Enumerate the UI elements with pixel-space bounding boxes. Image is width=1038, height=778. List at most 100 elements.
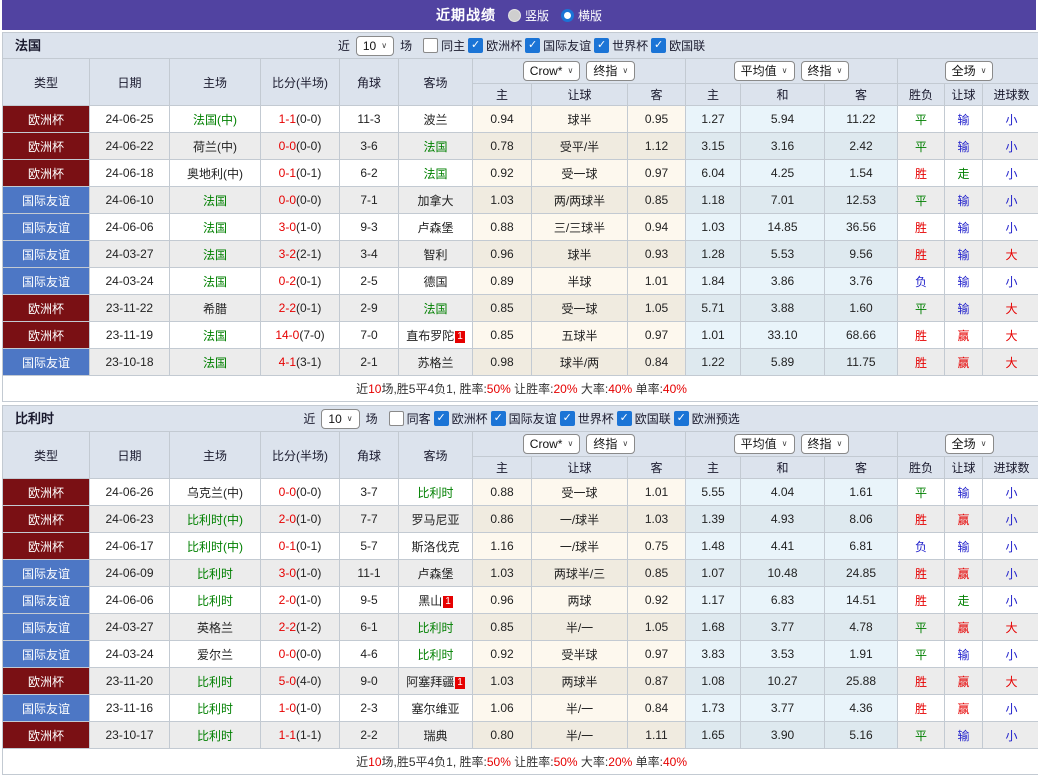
- avg-home-odds-cell: 1.17: [686, 587, 741, 614]
- league-filter-checkbox[interactable]: ✓: [491, 411, 506, 426]
- corners-cell: 2-5: [340, 268, 399, 295]
- average-select[interactable]: 平均值∨: [734, 434, 795, 454]
- average-stage-select[interactable]: 终指∨: [801, 61, 850, 81]
- handicap-line-cell: 受一球: [532, 479, 628, 506]
- match-row: 欧洲杯24-06-18奥地利(中)0-1(0-1)6-2法国0.92受一球0.9…: [3, 160, 1038, 187]
- layout-radio-horizontal[interactable]: 横版: [561, 7, 602, 24]
- summary-row: 近10场,胜5平4负1, 胜率:50% 让胜率:20% 大率:40% 单率:40…: [3, 376, 1038, 402]
- handicap-home-odds-cell: 0.98: [473, 349, 532, 376]
- away-team-name: 卢森堡: [417, 221, 453, 235]
- fulltime-score: 1-0: [279, 701, 296, 715]
- league-filter-checkbox[interactable]: ✓: [434, 411, 449, 426]
- handicap-away-odds-cell: 0.93: [628, 241, 686, 268]
- summary-text: 50%: [487, 755, 511, 769]
- column-header: 进球数: [983, 457, 1038, 479]
- goals-result-cell: 小: [983, 641, 1038, 668]
- match-count-select[interactable]: 10∨: [321, 409, 359, 429]
- bookmaker-stage-select[interactable]: 终指∨: [586, 434, 635, 454]
- column-header: 让球: [532, 84, 628, 106]
- summary-cell: 近10场,胜5平4负1, 胜率:50% 让胜率:50% 大率:20% 单率:40…: [3, 749, 1038, 775]
- column-header: 日期: [90, 59, 170, 106]
- league-filter-checkbox[interactable]: ✓: [594, 38, 609, 53]
- fulltime-score: 2-2: [279, 301, 296, 315]
- avg-away-odds-cell: 14.51: [825, 587, 898, 614]
- handicap-line-cell: 受半球: [532, 641, 628, 668]
- league-cell: 欧洲杯: [3, 506, 90, 533]
- date-cell: 24-06-06: [90, 214, 170, 241]
- radio-vertical-icon[interactable]: [508, 9, 521, 22]
- handicap-away-odds-cell: 0.84: [628, 349, 686, 376]
- layout-radio-vertical[interactable]: 竖版: [508, 7, 549, 24]
- league-filter-checkbox[interactable]: ✓: [468, 38, 483, 53]
- match-count-select[interactable]: 10∨: [356, 36, 394, 56]
- same-venue-label: 同主: [441, 37, 465, 54]
- league-filter-label: 欧国联: [635, 410, 671, 427]
- halftime-score: (2-1): [296, 247, 321, 261]
- league-filter-checkbox[interactable]: ✓: [617, 411, 632, 426]
- match-row: 国际友谊24-03-27英格兰2-2(1-2)6-1比利时0.85半/一1.05…: [3, 614, 1038, 641]
- league-filter-checkbox[interactable]: ✓: [651, 38, 666, 53]
- league-filter-checkbox[interactable]: ✓: [674, 411, 689, 426]
- match-row: 欧洲杯24-06-25法国(中)1-1(0-0)11-3波兰0.94球半0.95…: [3, 106, 1038, 133]
- league-cell: 国际友谊: [3, 349, 90, 376]
- corners-cell: 2-3: [340, 695, 399, 722]
- league-cell: 欧洲杯: [3, 533, 90, 560]
- home-team-cell: 比利时: [170, 722, 261, 749]
- league-filter-checkbox[interactable]: ✓: [525, 38, 540, 53]
- goals-result-cell: 小: [983, 695, 1038, 722]
- score-cell: 1-0(1-0): [261, 695, 340, 722]
- handicap-away-odds-cell: 0.84: [628, 695, 686, 722]
- league-filter-checkbox[interactable]: ✓: [560, 411, 575, 426]
- summary-text: 40%: [608, 382, 632, 396]
- league-cell: 欧洲杯: [3, 722, 90, 749]
- handicap-away-odds-cell: 0.95: [628, 106, 686, 133]
- wdl-result-cell: 平: [898, 479, 945, 506]
- same-venue-checkbox[interactable]: [389, 411, 404, 426]
- away-team-name: 波兰: [423, 113, 447, 127]
- handicap-result-cell: 走: [945, 160, 983, 187]
- scope-select[interactable]: 全场∨: [945, 434, 994, 454]
- goals-result-cell: 大: [983, 241, 1038, 268]
- avg-home-odds-cell: 6.04: [686, 160, 741, 187]
- handicap-home-odds-cell: 1.16: [473, 533, 532, 560]
- average-select-value: 平均值: [741, 436, 777, 452]
- same-venue-checkbox[interactable]: [423, 38, 438, 53]
- bookmaker-stage-select[interactable]: 终指∨: [586, 61, 635, 81]
- column-header: 客: [628, 84, 686, 106]
- away-team-cell: 阿塞拜疆1: [399, 668, 473, 695]
- average-stage-select[interactable]: 终指∨: [801, 434, 850, 454]
- score-cell: 1-1(1-1): [261, 722, 340, 749]
- wdl-result-cell: 胜: [898, 668, 945, 695]
- avg-away-odds-cell: 4.78: [825, 614, 898, 641]
- home-team-cell: 法国: [170, 241, 261, 268]
- date-cell: 24-06-18: [90, 160, 170, 187]
- page-header: 近期战绩 竖版 横版: [2, 0, 1036, 30]
- halftime-score: (7-0): [299, 328, 324, 342]
- summary-text: 50%: [554, 755, 578, 769]
- league-cell: 欧洲杯: [3, 295, 90, 322]
- fulltime-score: 1-1: [279, 728, 296, 742]
- corners-cell: 11-3: [340, 106, 399, 133]
- average-select[interactable]: 平均值∨: [734, 61, 795, 81]
- section-header-cell: 比利时近10∨场同客✓欧洲杯✓国际友谊✓世界杯✓欧国联✓欧洲预选: [3, 406, 1038, 432]
- radio-horizontal-icon[interactable]: [561, 9, 574, 22]
- column-header: 角球: [340, 432, 399, 479]
- scope-select[interactable]: 全场∨: [945, 61, 994, 81]
- avg-away-odds-cell: 6.81: [825, 533, 898, 560]
- column-header: 让球: [945, 457, 983, 479]
- bookmaker-select[interactable]: Crow*∨: [523, 434, 581, 454]
- column-header: 客: [825, 457, 898, 479]
- avg-away-odds-cell: 11.75: [825, 349, 898, 376]
- chevron-down-icon: ∨: [622, 436, 628, 452]
- away-team-name: 罗马尼亚: [411, 513, 459, 527]
- handicap-line-cell: 两球: [532, 587, 628, 614]
- corners-cell: 2-2: [340, 722, 399, 749]
- fulltime-score: 3-2: [279, 247, 296, 261]
- halftime-score: (1-2): [296, 620, 321, 634]
- away-team-name: 法国: [423, 302, 447, 316]
- match-count-select-value: 10: [328, 411, 341, 427]
- bookmaker-select[interactable]: Crow*∨: [523, 61, 581, 81]
- away-team-name: 智利: [423, 248, 447, 262]
- wdl-result-cell: 平: [898, 106, 945, 133]
- column-header: 胜负: [898, 457, 945, 479]
